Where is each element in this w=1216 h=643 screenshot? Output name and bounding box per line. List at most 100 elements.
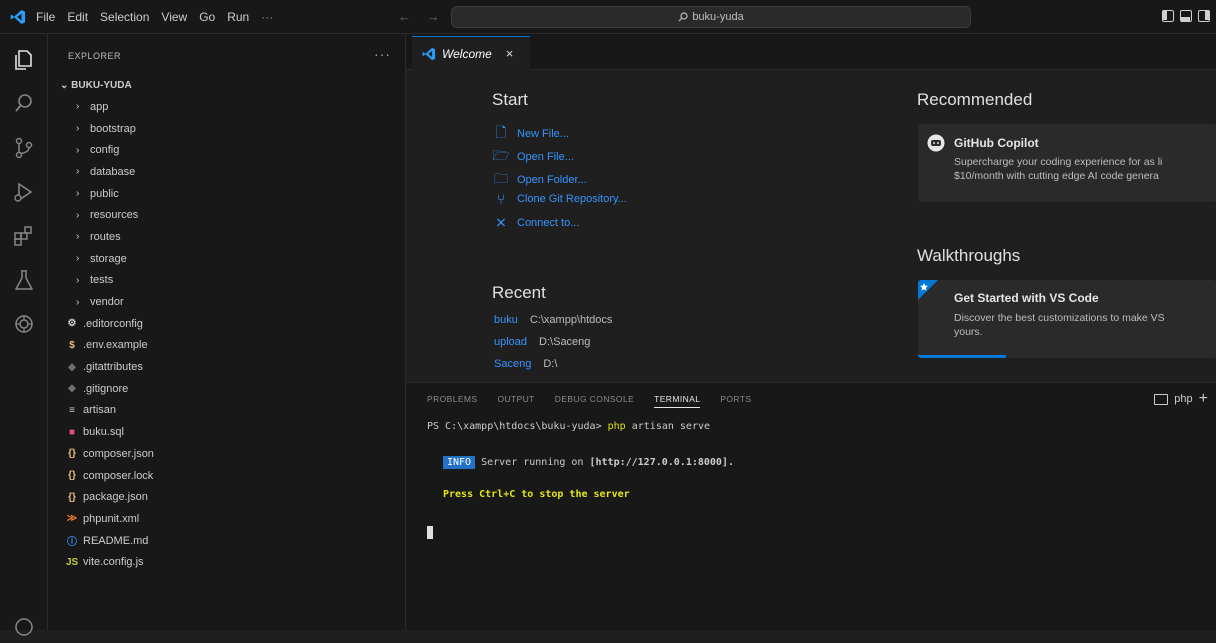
search-icon[interactable] [11,91,37,117]
recent-heading: Recent [492,283,546,302]
file-type-icon: {} [68,448,76,460]
tree-folder[interactable]: › storage [48,248,405,270]
recent-item-name[interactable]: upload [494,336,527,348]
accounts-icon[interactable] [11,614,37,640]
file-type-icon: ⓘ [67,537,77,549]
tree-file[interactable]: {} composer.lock [48,465,405,487]
chevron-right-icon: › [76,188,80,200]
tree-file[interactable]: ⚙ .editorconfig [48,313,405,335]
start-action-link[interactable]: ⨯ Connect to... [492,214,579,231]
testing-icon[interactable] [11,267,37,293]
file-type-icon: ≫ [66,513,78,525]
root-folder-label: BUKU-YUDA [71,80,132,91]
explorer-sidebar: EXPLORER ··· ⌄ BUKU-YUDA › app › bootstrap ›… [48,34,406,630]
panel-tab-problems[interactable]: PROBLEMS [427,394,477,408]
panel-tab-ports[interactable]: PORTS [720,394,751,408]
menu-item-view[interactable]: View [161,10,187,24]
tree-item-label: bootstrap [90,122,136,135]
file-tree: › app › bootstrap › config › database › public › re… [48,96,405,573]
menu-more[interactable]: ··· [261,10,273,24]
explorer-icon[interactable] [11,47,37,73]
tab-welcome[interactable]: Welcome × [412,36,530,70]
start-action-link[interactable]: 🗋 New File... [492,122,569,146]
terminal-command-args: artisan serve [631,421,711,432]
terminal-shell-label[interactable]: php [1174,393,1192,405]
explorer-root-folder[interactable]: ⌄ BUKU-YUDA [60,80,132,91]
tree-file[interactable]: {} composer.json [48,443,405,465]
tree-folder[interactable]: › tests [48,270,405,292]
tree-item-label: .env.example [83,339,148,352]
run-debug-icon[interactable] [11,179,37,205]
panel-tabs: PROBLEMS OUTPUT DEBUG CONSOLE TERMINAL PORTS [427,394,751,408]
recent-item-name[interactable]: Saceng [494,358,531,370]
extensions-icon[interactable] [11,223,37,249]
tree-folder[interactable]: › public [48,183,405,205]
tree-file[interactable]: $ .env.example [48,335,405,357]
terminal-stop-message: Press Ctrl+C to stop the server [443,489,630,500]
recent-item[interactable]: Saceng D:\ [494,358,557,370]
chevron-right-icon: › [76,253,80,265]
tree-folder[interactable]: › resources [48,204,405,226]
start-action-label: Open Folder... [517,174,587,186]
walkthrough-card[interactable]: Get Started with VS Code Discover the be… [918,280,1216,358]
tree-folder[interactable]: › database [48,161,405,183]
tree-file[interactable]: ■ buku.sql [48,421,405,443]
chevron-right-icon: › [76,231,80,243]
tree-folder[interactable]: › app [48,96,405,118]
toggle-secondary-sidebar-icon[interactable] [1198,10,1210,22]
card-desc-line: Supercharge your coding experience for a… [954,156,1163,168]
tree-file[interactable]: ≫ phpunit.xml [48,508,405,530]
recent-item[interactable]: buku C:\xampp\htdocs [494,314,612,326]
tree-item-label: composer.json [83,447,154,460]
copilot-card[interactable]: GitHub Copilot Supercharge your coding e… [918,124,1216,202]
search-icon [678,12,688,22]
start-action-link[interactable]: 🗁 Open File... [492,145,574,169]
nav-arrows[interactable]: ← → [398,9,446,24]
source-control-icon[interactable] [11,135,37,161]
vscode-logo-icon [422,47,436,60]
new-terminal-icon[interactable]: + [1199,390,1208,408]
tree-folder[interactable]: › config [48,139,405,161]
toggle-panel-icon[interactable] [1180,10,1192,22]
tree-item-label: composer.lock [83,469,154,482]
panel-tab-output[interactable]: OUTPUT [497,394,534,408]
menu-item-go[interactable]: Go [199,10,215,24]
copilot-chat-icon[interactable] [11,311,37,337]
open-file-icon: 🗁 [492,147,510,163]
vscode-logo-icon[interactable] [10,9,26,25]
more-actions-icon[interactable]: ··· [374,46,391,62]
panel-tab-terminal[interactable]: TERMINAL [654,394,701,408]
start-action-link[interactable]: ⑂ Clone Git Repository... [492,191,627,207]
recent-item-name[interactable]: buku [494,314,518,326]
tree-folder[interactable]: › routes [48,226,405,248]
terminal-cursor [427,526,433,539]
menu-item-selection[interactable]: Selection [100,10,149,24]
star-icon [918,280,938,300]
menu-item-file[interactable]: File [36,10,55,24]
toggle-primary-sidebar-icon[interactable] [1162,10,1174,22]
tree-file[interactable]: ≡ artisan [48,400,405,422]
tree-file[interactable]: JS vite.config.js [48,551,405,573]
panel-tab-debug-console[interactable]: DEBUG CONSOLE [555,394,634,408]
tree-file[interactable]: {} package.json [48,486,405,508]
terminal-icon [1154,393,1169,405]
tree-folder[interactable]: › bootstrap [48,118,405,140]
card-desc-line: $10/month with cutting edge AI code gene… [954,170,1159,182]
tree-file[interactable]: ⓘ README.md [48,530,405,552]
close-icon[interactable]: × [506,46,514,61]
chevron-right-icon: › [76,101,80,113]
start-action-link[interactable]: 🗀 Open Folder... [492,168,587,192]
menu-item-edit[interactable]: Edit [67,10,88,24]
git-clone-icon: ⑂ [496,191,506,207]
tree-file[interactable]: ◆ .gitattributes [48,356,405,378]
tree-file[interactable]: ◆ .gitignore [48,378,405,400]
file-type-icon: ■ [68,426,76,438]
tree-item-label: tests [90,274,114,287]
start-action-label: New File... [517,128,569,140]
menu-item-run[interactable]: Run [227,10,249,24]
command-center-search[interactable]: buku-yuda [451,6,971,28]
copilot-icon [927,134,945,152]
activity-bar [0,34,48,636]
recent-item[interactable]: upload D:\Saceng [494,336,590,348]
tree-folder[interactable]: › vendor [48,291,405,313]
